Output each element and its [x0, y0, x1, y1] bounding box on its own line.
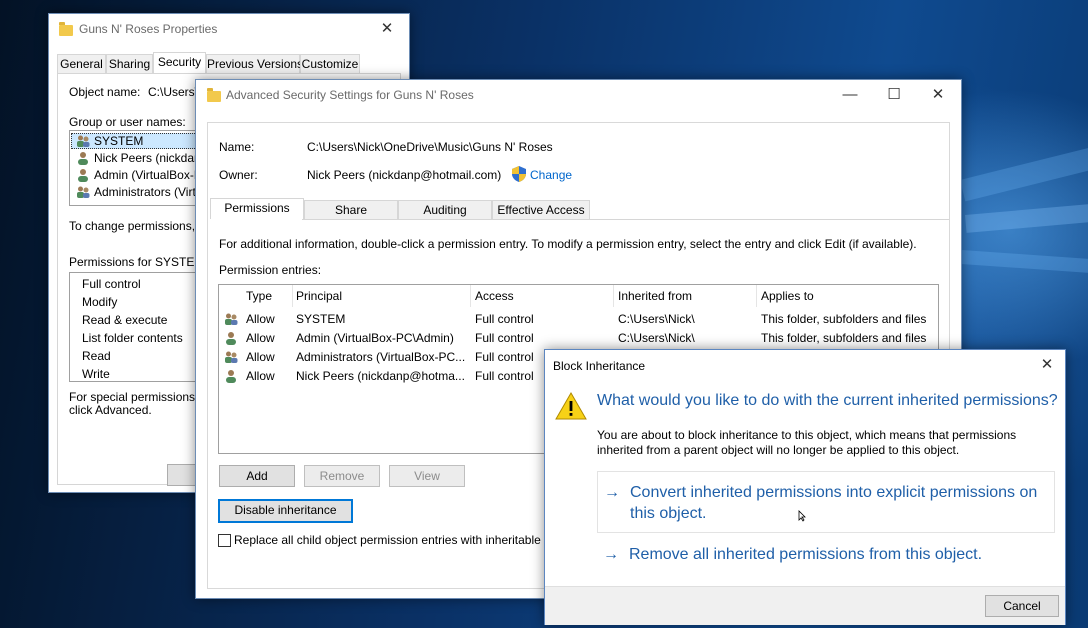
replace-child-permissions-checkbox[interactable]: [218, 534, 231, 547]
change-owner-link[interactable]: Change: [530, 168, 572, 182]
maximize-icon[interactable]: ☐: [872, 80, 916, 110]
window-title: Advanced Security Settings for Guns N' R…: [226, 88, 474, 102]
light-beam: [965, 197, 1088, 233]
group-icon: [225, 313, 238, 325]
group-icon: [225, 351, 238, 363]
dialog-title: Block Inheritance: [553, 359, 646, 373]
row-access: Full control: [475, 369, 534, 383]
remove-option-text: Remove all inherited permissions from th…: [629, 546, 983, 563]
tab-general[interactable]: General: [57, 54, 106, 73]
permission-item: Read & execute: [82, 313, 168, 327]
window-title: Guns N' Roses Properties: [79, 22, 218, 36]
mouse-cursor-icon: [798, 510, 806, 522]
group-icon: [77, 186, 90, 198]
tab-sharing[interactable]: Sharing: [106, 54, 153, 73]
user-icon: [78, 169, 88, 182]
row-type: Allow: [246, 369, 275, 383]
block-inheritance-dialog: Block Inheritance ✕ What would you like …: [544, 349, 1066, 625]
view-button[interactable]: View: [389, 465, 465, 487]
permission-item: Full control: [82, 277, 141, 291]
convert-option-line2: this object.: [630, 505, 707, 522]
add-button[interactable]: Add: [219, 465, 295, 487]
row-principal: Admin (VirtualBox-PC\Admin): [296, 331, 454, 345]
owner-label: Owner:: [219, 168, 258, 182]
info-text: For additional information, double-click…: [219, 237, 917, 251]
row-principal: SYSTEM: [296, 312, 346, 326]
tab-previous-versions[interactable]: Previous Versions: [206, 54, 303, 73]
row-applies: This folder, subfolders and files: [761, 331, 927, 345]
row-type: Allow: [246, 350, 275, 364]
column-inherited-from[interactable]: Inherited from: [613, 285, 757, 307]
change-permissions-text: To change permissions, clic: [69, 219, 216, 233]
permission-item: Modify: [82, 295, 118, 309]
remove-button[interactable]: Remove: [304, 465, 380, 487]
row-principal: Nick Peers (nickdanp@hotma...: [296, 369, 465, 383]
permission-item: Read: [82, 349, 111, 363]
user-item[interactable]: Nick Peers (nickdanp: [94, 151, 207, 165]
properties-titlebar[interactable]: Guns N' Roses Properties ✕: [49, 14, 409, 44]
dialog-question: What would you like to do with the curre…: [597, 392, 1058, 409]
tab-divider: [302, 219, 949, 220]
column-principal[interactable]: Principal: [291, 285, 471, 307]
tab-effective-access[interactable]: Effective Access: [492, 200, 590, 219]
row-applies: This folder, subfolders and files: [761, 312, 927, 326]
row-inherited: C:\Users\Nick\: [618, 312, 695, 326]
row-access: Full control: [475, 350, 534, 364]
dialog-description-line1: You are about to block inheritance to th…: [597, 428, 1017, 442]
user-icon: [226, 370, 236, 383]
light-beam: [960, 131, 1088, 202]
object-name-label: Object name:: [69, 85, 141, 99]
permission-item: Write: [82, 367, 110, 381]
tab-customize[interactable]: Customize: [300, 54, 360, 73]
click-advanced-text: click Advanced.: [69, 403, 152, 417]
warning-icon: [555, 392, 587, 420]
row-type: Allow: [246, 312, 275, 326]
convert-option-line1: Convert inherited permissions into expli…: [630, 484, 1038, 501]
group-label: Group or user names:: [69, 115, 186, 129]
group-icon: [77, 135, 90, 147]
uac-shield-icon: [512, 166, 526, 182]
dialog-description-line2: inherited from a parent object will no l…: [597, 443, 960, 457]
convert-permissions-option[interactable]: → Convert inherited permissions into exp…: [597, 471, 1055, 533]
close-icon[interactable]: ✕: [1029, 350, 1065, 380]
row-access: Full control: [475, 331, 534, 345]
permission-item: List folder contents: [82, 331, 183, 345]
table-row[interactable]: Allow Admin (VirtualBox-PC\Admin) Full c…: [219, 329, 938, 348]
column-type[interactable]: Type: [241, 285, 293, 307]
name-label: Name:: [219, 140, 255, 154]
remove-permissions-option[interactable]: → Remove all inherited permissions from …: [597, 542, 1053, 568]
column-access[interactable]: Access: [470, 285, 614, 307]
folder-icon: [207, 88, 221, 102]
owner-value: Nick Peers (nickdanp@hotmail.com): [307, 168, 502, 182]
name-value: C:\Users\Nick\OneDrive\Music\Guns N' Ros…: [307, 140, 553, 154]
user-item[interactable]: SYSTEM: [94, 134, 143, 148]
close-icon[interactable]: ✕: [916, 80, 960, 110]
arrow-right-icon: →: [603, 546, 619, 563]
row-type: Allow: [246, 331, 275, 345]
object-name-value: C:\Users\: [148, 85, 199, 99]
tab-share[interactable]: Share: [304, 200, 398, 219]
advanced-titlebar[interactable]: Advanced Security Settings for Guns N' R…: [196, 80, 961, 110]
disable-inheritance-button[interactable]: Disable inheritance: [218, 499, 353, 523]
user-icon: [78, 152, 88, 165]
folder-icon: [59, 22, 73, 36]
permissions-for-label: Permissions for SYSTEM: [69, 255, 205, 269]
column-applies-to[interactable]: Applies to: [756, 285, 938, 307]
tab-permissions[interactable]: Permissions: [210, 198, 304, 219]
row-principal: Administrators (VirtualBox-PC...: [296, 350, 466, 364]
permission-entries-label: Permission entries:: [219, 263, 322, 277]
row-access: Full control: [475, 312, 534, 326]
arrow-right-icon: →: [604, 484, 620, 501]
light-beam: [961, 250, 1088, 278]
row-inherited: C:\Users\Nick\: [618, 331, 695, 345]
user-icon: [226, 332, 236, 345]
table-row[interactable]: Allow SYSTEM Full control C:\Users\Nick\…: [219, 310, 938, 329]
minimize-icon[interactable]: —: [828, 80, 872, 110]
tab-security[interactable]: Security: [153, 52, 206, 73]
replace-child-permissions-label: Replace all child object permission entr…: [234, 533, 551, 547]
cancel-button[interactable]: Cancel: [985, 595, 1059, 617]
tab-auditing[interactable]: Auditing: [398, 200, 492, 219]
close-icon[interactable]: ✕: [365, 14, 409, 44]
